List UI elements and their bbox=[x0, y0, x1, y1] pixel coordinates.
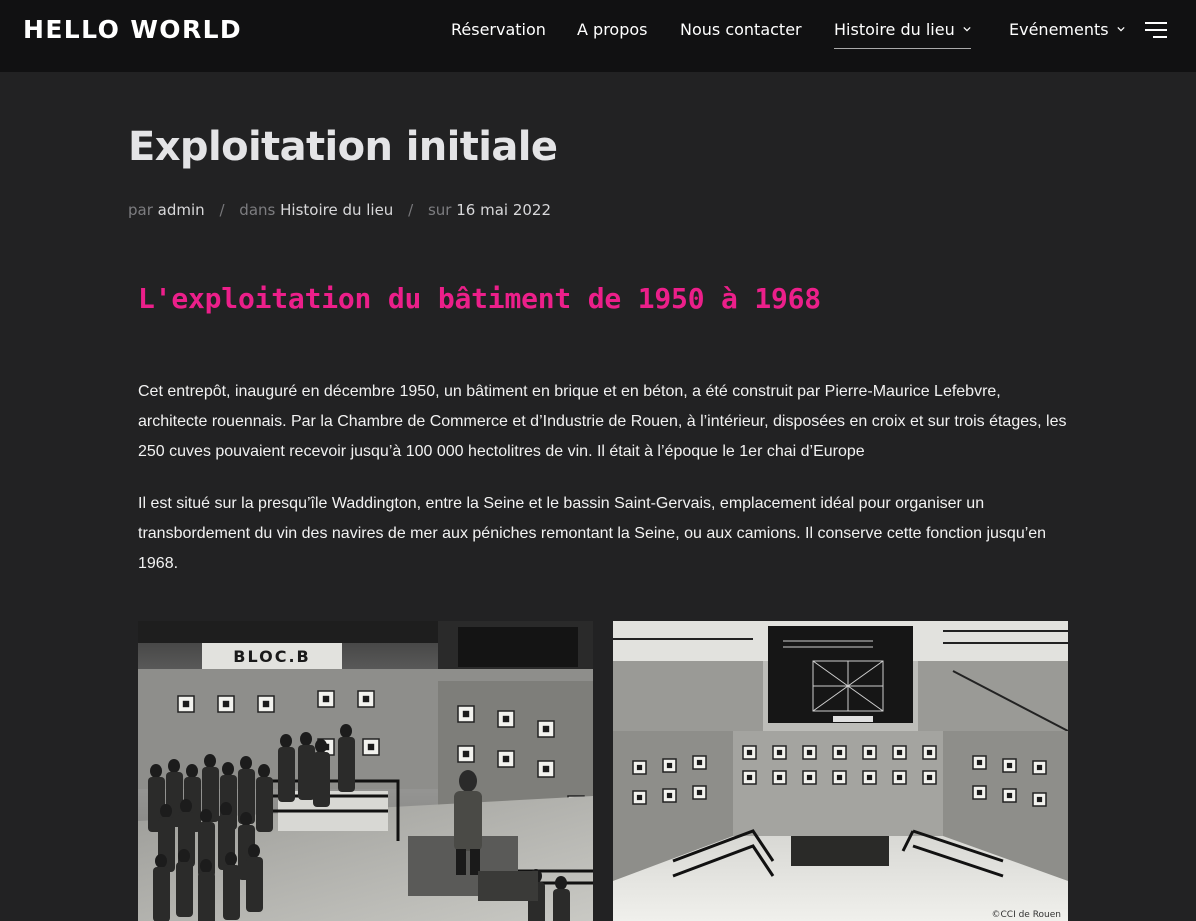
gallery-photo-inauguration[interactable]: BLOC.B bbox=[138, 621, 593, 921]
article-paragraph: Cet entrepôt, inauguré en décembre 1950,… bbox=[138, 383, 1067, 460]
meta-category-link[interactable]: Histoire du lieu bbox=[280, 201, 393, 219]
post-meta: par admin / dans Histoire du lieu / sur … bbox=[128, 200, 551, 220]
nav-item-contact[interactable]: Nous contacter bbox=[680, 20, 802, 40]
section-heading: L'exploitation du bâtiment de 1950 à 196… bbox=[138, 282, 821, 315]
inauguration-photo-image: BLOC.B bbox=[138, 621, 593, 921]
site-header: HELLO WORLD Réservation A propos Nous co… bbox=[0, 0, 1196, 72]
meta-by-label: par bbox=[128, 201, 153, 219]
nav-item-histoire[interactable]: Histoire du lieu bbox=[834, 20, 971, 49]
chevron-down-icon bbox=[963, 26, 971, 32]
meta-author-link[interactable]: admin bbox=[158, 201, 205, 219]
meta-on-label: sur bbox=[427, 201, 452, 219]
bloc-sign-text: BLOC.B bbox=[233, 647, 310, 666]
gallery-photo-control-room[interactable]: ©CCI de Rouen bbox=[613, 621, 1068, 921]
page-title: Exploitation initiale bbox=[128, 124, 558, 170]
nav-item-apropos[interactable]: A propos bbox=[577, 20, 647, 40]
nav-item-reservation[interactable]: Réservation bbox=[451, 20, 546, 40]
meta-in-label: dans bbox=[239, 201, 276, 219]
meta-date-link[interactable]: 16 mai 2022 bbox=[456, 201, 551, 219]
main-navigation: Réservation A propos Nous contacter Hist… bbox=[0, 0, 1196, 72]
meta-separator: / bbox=[219, 201, 225, 219]
photo-credit: ©CCI de Rouen bbox=[992, 910, 1062, 920]
nav-item-histoire-label: Histoire du lieu bbox=[834, 20, 955, 39]
hamburger-menu-icon[interactable] bbox=[1145, 21, 1167, 39]
nav-item-evenements-label: Evénements bbox=[1009, 20, 1109, 39]
chevron-down-icon bbox=[1116, 26, 1125, 32]
control-room-photo-image: ©CCI de Rouen bbox=[613, 621, 1068, 921]
article-paragraph: Il est situé sur la presqu’île Waddingto… bbox=[138, 495, 1047, 572]
nav-item-evenements[interactable]: Evénements bbox=[1009, 20, 1125, 40]
meta-separator: / bbox=[408, 201, 414, 219]
